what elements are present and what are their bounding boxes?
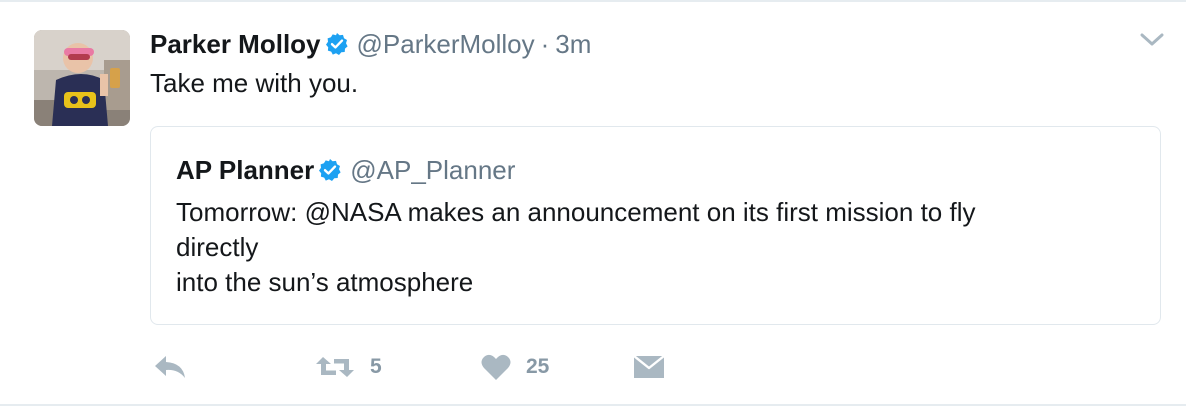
avatar[interactable]: [34, 30, 130, 126]
tweet-text: Take me with you.: [150, 68, 359, 98]
retweet-count: 5: [370, 355, 382, 378]
quoted-tweet-text: Tomorrow: @NASA makes an announcement on…: [176, 195, 1116, 300]
quoted-text-line: into the sun’s atmosphere: [176, 267, 474, 297]
quoted-tweet-header: AP Planner @AP_Planner: [176, 153, 515, 187]
retweet-button[interactable]: 5: [314, 342, 382, 392]
retweet-icon: [314, 353, 356, 381]
verified-icon: [318, 158, 342, 182]
author-name[interactable]: Parker Molloy: [150, 29, 321, 60]
quoted-tweet[interactable]: AP Planner @AP_Planner Tomorrow: @NASA m…: [150, 126, 1161, 325]
chevron-down-icon[interactable]: [1138, 30, 1166, 50]
like-count: 25: [526, 355, 550, 378]
tweet-timestamp[interactable]: 3m: [555, 29, 591, 60]
quoted-text-line: directly: [176, 232, 259, 262]
tweet-card[interactable]: Parker Molloy @ParkerMolloy · 3m Take me…: [0, 0, 1186, 406]
verified-icon: [325, 32, 349, 56]
like-button[interactable]: 25: [480, 342, 549, 392]
avatar-image: [34, 30, 130, 126]
envelope-icon: [632, 353, 666, 381]
reply-icon: [152, 353, 188, 381]
quoted-author-name: AP Planner: [176, 154, 315, 185]
heart-icon: [480, 353, 512, 381]
quoted-text-line: Tomorrow: @NASA makes an announcement on…: [176, 197, 976, 227]
quoted-author-handle: @AP_Planner: [350, 154, 516, 185]
tweet-actions: 5 25: [0, 342, 1186, 392]
tweet-header: Parker Molloy @ParkerMolloy · 3m: [150, 28, 591, 60]
author-handle[interactable]: @ParkerMolloy: [357, 29, 535, 60]
reply-button[interactable]: [152, 342, 188, 392]
direct-message-button[interactable]: [632, 342, 666, 392]
separator-dot: ·: [540, 28, 550, 59]
